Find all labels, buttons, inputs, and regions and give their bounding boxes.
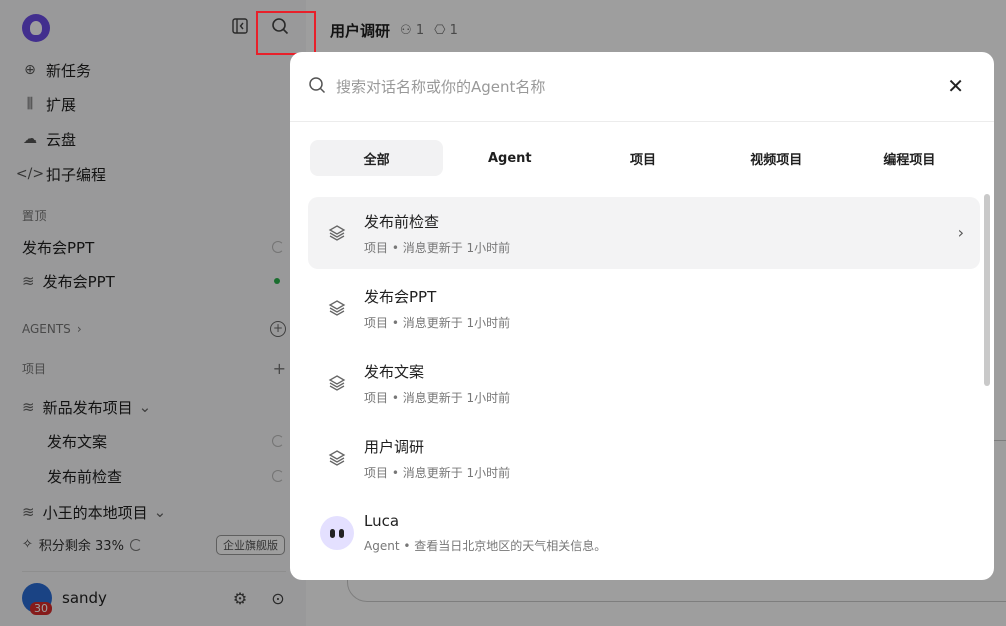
modal-search-bar (290, 52, 994, 122)
layers-icon (328, 449, 346, 467)
search-highlight-box (256, 11, 316, 55)
tab-coding-projects[interactable]: 编程项目 (843, 140, 976, 176)
list-item-subtitle: 项目 • 消息更新于 1小时前 (364, 240, 511, 255)
list-item-subtitle: 项目 • 消息更新于 1小时前 (364, 465, 511, 480)
list-item-title: 发布文案 (364, 362, 425, 381)
list-item-text: 发布会PPT 项目 • 消息更新于 1小时前 (364, 286, 510, 331)
list-item[interactable]: 发布会PPT 项目 • 消息更新于 1小时前 (308, 272, 980, 344)
list-item-text: Luca Agent • 查看当日北京地区的天气相关信息。 (364, 512, 606, 554)
scrollbar[interactable] (984, 194, 990, 386)
search-modal: ✕ 全部 Agent 项目 视频项目 编程项目 发布前检查 项目 • 消息更新于… (290, 52, 994, 580)
close-icon[interactable]: ✕ (947, 76, 964, 96)
list-item-text: 用户调研 项目 • 消息更新于 1小时前 (364, 436, 510, 481)
list-item-title: 发布前检查 (364, 212, 440, 231)
agent-avatar (320, 516, 354, 550)
list-item-subtitle: 项目 • 消息更新于 1小时前 (364, 390, 511, 405)
result-list: 发布前检查 项目 • 消息更新于 1小时前 › 发布会PPT 项目 • 消息更新… (308, 197, 980, 572)
layers-icon (328, 299, 346, 317)
tab-projects[interactable]: 项目 (576, 140, 709, 176)
list-item[interactable]: 用户调研 项目 • 消息更新于 1小时前 (308, 422, 980, 494)
filter-tabs: 全部 Agent 项目 视频项目 编程项目 (310, 140, 976, 176)
list-item-text: 发布文案 项目 • 消息更新于 1小时前 (364, 361, 510, 406)
list-item[interactable]: 发布文案 项目 • 消息更新于 1小时前 (308, 347, 980, 419)
tab-video-projects[interactable]: 视频项目 (710, 140, 843, 176)
chevron-right-icon: › (957, 223, 964, 242)
list-item[interactable]: 发布前检查 项目 • 消息更新于 1小时前 › (308, 197, 980, 269)
list-item-subtitle: Agent • 查看当日北京地区的天气相关信息。 (364, 539, 607, 553)
search-input[interactable] (336, 77, 976, 96)
list-item-title: 发布会PPT (364, 287, 437, 306)
layers-icon (328, 374, 346, 392)
list-item[interactable]: Luca Agent • 查看当日北京地区的天气相关信息。 (308, 497, 980, 569)
list-item-title: 用户调研 (364, 437, 425, 456)
tab-all[interactable]: 全部 (310, 140, 444, 176)
tab-agent[interactable]: Agent (443, 140, 576, 176)
layers-icon (328, 224, 346, 242)
list-item-text: 发布前检查 项目 • 消息更新于 1小时前 (364, 211, 510, 256)
search-icon (308, 76, 326, 98)
list-item-subtitle: 项目 • 消息更新于 1小时前 (364, 315, 511, 330)
list-item-title: Luca (364, 512, 400, 530)
